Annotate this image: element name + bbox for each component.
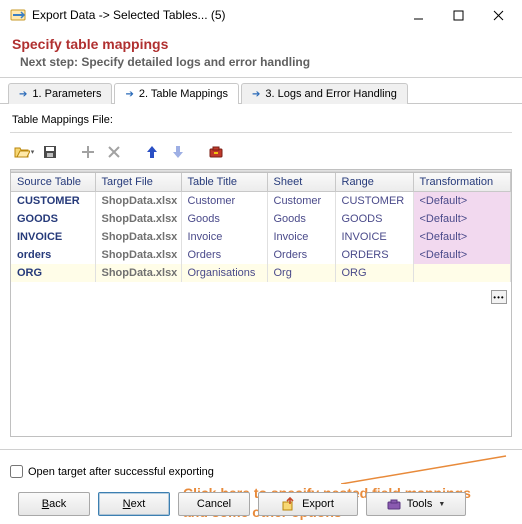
divider [0,449,522,450]
cell-trans: <Default> [413,228,511,246]
titlebar: Export Data -> Selected Tables... (5) [0,0,522,30]
table-row[interactable]: INVOICE ShopData.xlsx Invoice Invoice IN… [11,228,511,246]
arrow-right-icon: ➔ [252,89,260,100]
wizard-header: Specify table mappings Next step: Specif… [0,30,522,75]
table-row[interactable]: GOODS ShopData.xlsx Goods Goods GOODS <D… [11,210,511,228]
minimize-button[interactable] [398,1,438,29]
cell-title: Customer [181,192,267,211]
cell-target: ShopData.xlsx [95,228,181,246]
app-icon [10,7,26,23]
cell-range: ORG [335,264,413,282]
move-up-button[interactable] [140,141,164,163]
cell-trans [413,264,511,282]
mappings-file-label: Table Mappings File: [12,114,512,126]
col-target[interactable]: Target File [95,173,181,192]
export-button[interactable]: Export [258,492,358,516]
tab-label: 1. Parameters [32,88,101,100]
move-down-button[interactable] [166,141,190,163]
cell-target: ShopData.xlsx [95,210,181,228]
delete-button[interactable] [102,141,126,163]
col-source[interactable]: Source Table [11,173,95,192]
cell-range: INVOICE [335,228,413,246]
cell-source: INVOICE [11,228,95,246]
col-sheet[interactable]: Sheet [267,173,335,192]
toolbar: ▾ [10,139,512,163]
cell-range: GOODS [335,210,413,228]
cell-range: CUSTOMER [335,192,413,211]
separator [128,141,138,163]
checkbox-label: Open target after successful exporting [28,466,214,478]
cancel-button[interactable]: Cancel [178,492,250,516]
arrow-right-icon: ➔ [125,89,133,100]
toolbox-icon [387,497,401,511]
cell-range: ORDERS [335,246,413,264]
cell-title: Orders [181,246,267,264]
close-button[interactable] [478,1,518,29]
open-button[interactable]: ▾ [12,141,36,163]
cell-title: Invoice [181,228,267,246]
col-title[interactable]: Table Title [181,173,267,192]
next-button[interactable]: Next [98,492,170,516]
tab-label: 2. Table Mappings [139,88,228,100]
cell-title: Organisations [181,264,267,282]
cell-target: ShopData.xlsx [95,264,181,282]
callout-arrow [341,454,509,484]
button-bar: Back Next Cancel Export Tools▼ [0,492,522,516]
save-button[interactable] [38,141,62,163]
mappings-grid[interactable]: Source Table Target File Table Title She… [10,169,512,437]
col-range[interactable]: Range [335,173,413,192]
cell-sheet: Invoice [267,228,335,246]
content-area: Table Mappings File: ▾ [0,104,522,445]
maximize-button[interactable] [438,1,478,29]
tab-table-mappings[interactable]: ➔ 2. Table Mappings [114,83,238,104]
tab-logs-error[interactable]: ➔ 3. Logs and Error Handling [241,83,408,104]
cell-source: orders [11,246,95,264]
tab-label: 3. Logs and Error Handling [265,88,396,100]
cell-trans: <Default> [413,210,511,228]
cell-sheet: Customer [267,192,335,211]
cell-source: ORG [11,264,95,282]
cell-sheet: Goods [267,210,335,228]
export-icon [282,497,296,511]
add-button[interactable] [76,141,100,163]
tab-parameters[interactable]: ➔ 1. Parameters [8,83,112,104]
arrow-right-icon: ➔ [19,89,27,100]
back-button[interactable]: Back [18,492,90,516]
col-trans[interactable]: Transformation [413,173,511,192]
tab-strip: ➔ 1. Parameters ➔ 2. Table Mappings ➔ 3. Lo… [0,78,522,104]
page-subtitle: Next step: Specify detailed logs and err… [12,55,510,69]
page-title: Specify table mappings [12,36,510,52]
tools-button[interactable]: Tools▼ [366,492,466,516]
grid-header-row: Source Table Target File Table Title She… [11,173,511,192]
options-button[interactable] [204,141,228,163]
checkbox-input[interactable] [10,465,23,478]
window-title: Export Data -> Selected Tables... (5) [32,8,398,22]
separator [64,141,74,163]
cell-title: Goods [181,210,267,228]
divider [10,132,512,133]
cell-source: CUSTOMER [11,192,95,211]
table-row[interactable]: CUSTOMER ShopData.xlsx Customer Customer… [11,192,511,211]
cell-trans: <Default> [413,246,511,264]
dropdown-icon: ▼ [438,501,445,508]
cell-target: ShopData.xlsx [95,246,181,264]
cell-source: GOODS [11,210,95,228]
dropdown-icon: ▾ [31,148,35,156]
table-row[interactable]: orders ShopData.xlsx Orders Orders ORDER… [11,246,511,264]
cell-sheet: Org [267,264,335,282]
open-target-checkbox[interactable]: Open target after successful exporting [10,465,214,478]
table-row[interactable]: ORG ShopData.xlsx Organisations Org ORG [11,264,511,282]
cell-trans: <Default> [413,192,511,211]
cell-sheet: Orders [267,246,335,264]
ellipsis-button[interactable]: ••• [491,290,507,304]
cell-target: ShopData.xlsx [95,192,181,211]
separator [192,141,202,163]
